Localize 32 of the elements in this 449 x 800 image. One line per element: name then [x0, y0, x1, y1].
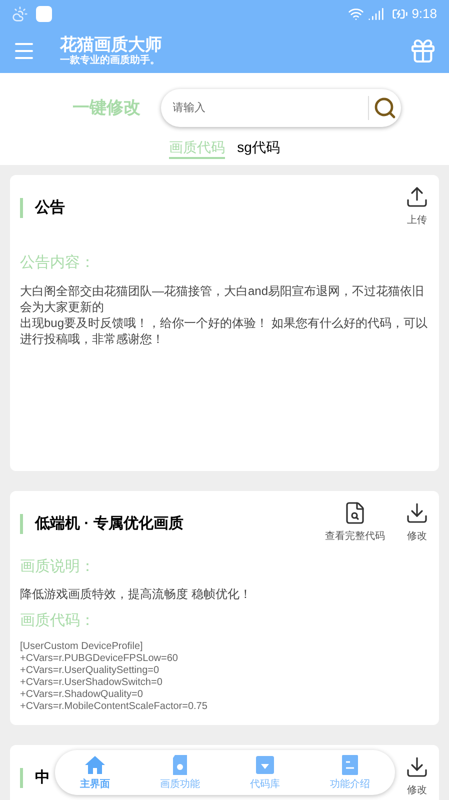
notice-text: 大白阁全部交由花猫团队—花猫接管，大白and易阳宣布退网，不过花猫依旧会为大家更新的	[20, 282, 426, 314]
section-heading: 公告内容：	[20, 253, 96, 273]
download-box-icon	[253, 753, 277, 777]
code-text: [UserCustom DeviceProfile] +CVars=r.PUBGDeviceFPSLow=60 +CVars=r.UserQualitySetting=0 +CVars=r.UserShadowSwitch=0 +CVars=r.ShadowQuality=0 +CVars=r.MobileContentScaleFactor=0.75	[20, 640, 208, 712]
card-title: 低端机 · 专属优化画质	[35, 514, 184, 534]
download-icon	[405, 754, 429, 778]
notification-icon	[36, 6, 52, 22]
download-button[interactable]: 修改	[405, 754, 429, 798]
signal-icon	[368, 6, 384, 22]
app-subtitle: 一款专业的画质助手。	[60, 54, 161, 66]
section-heading: 画质说明：	[20, 556, 96, 576]
search-label: 一键修改	[72, 97, 140, 120]
notice-text: 出现bug要及时反馈哦！，给你一个好的体验！ 如果您有什么好的代码，可以进行投稿哦，非常感谢您！	[20, 314, 428, 346]
home-icon	[83, 753, 107, 777]
card-title: 中	[35, 768, 50, 788]
download-icon	[405, 500, 429, 524]
tab[interactable]: sg代码	[237, 137, 280, 159]
file-search-icon	[343, 500, 367, 524]
card-title: 公告	[35, 198, 65, 218]
download-button[interactable]: 修改	[405, 500, 429, 544]
section-heading: 画质代码：	[20, 611, 96, 631]
status-time: 9:18	[412, 5, 437, 24]
search-icon[interactable]	[372, 96, 396, 120]
description-text: 降低游戏画质特效，提高流畅度 稳帧优化！	[20, 586, 252, 602]
app-title: 花猫画质大师	[60, 34, 162, 54]
view-button[interactable]: 查看完整代码	[325, 500, 385, 544]
upload-icon	[405, 185, 429, 209]
weather-icon	[12, 6, 28, 22]
upload-button[interactable]: 上传	[405, 185, 429, 228]
wifi-icon	[348, 6, 364, 22]
search-field[interactable]: 请输入	[172, 100, 364, 116]
gift-icon[interactable]	[409, 36, 437, 64]
